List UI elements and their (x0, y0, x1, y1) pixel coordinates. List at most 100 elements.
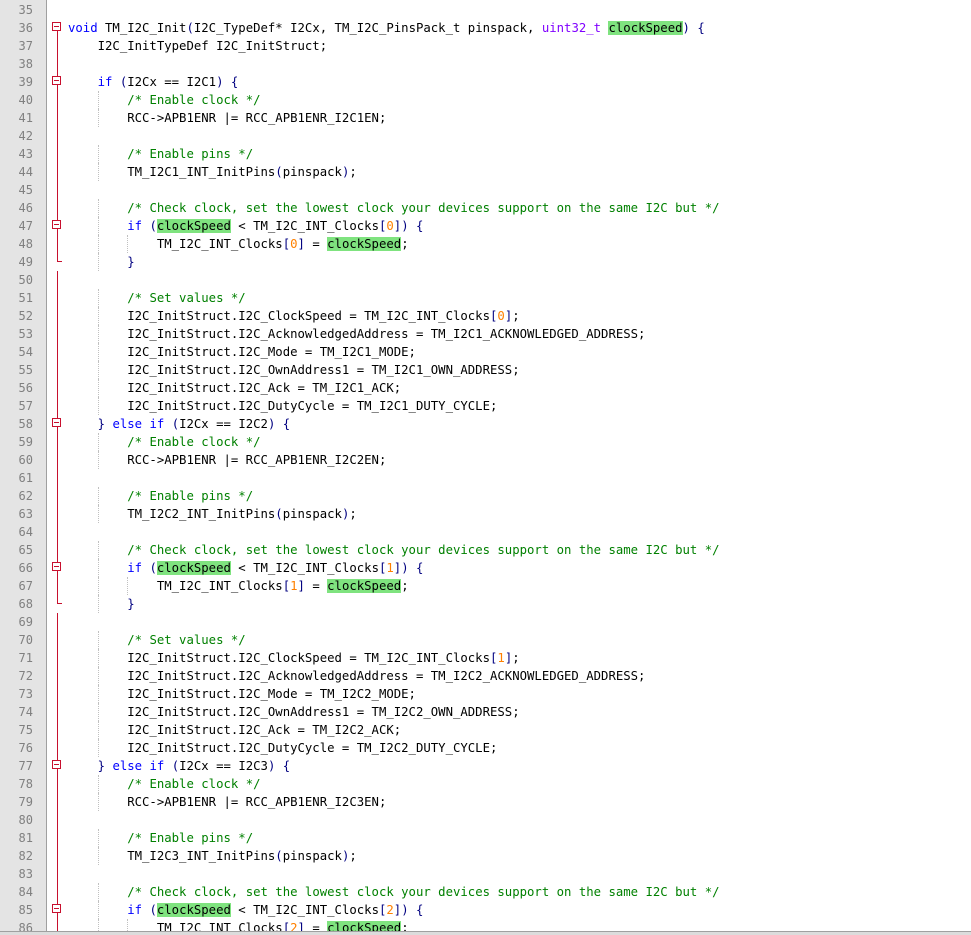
code-text[interactable]: /* Set values */ (68, 289, 245, 307)
fold-collapse-icon[interactable] (52, 904, 61, 913)
code-line[interactable]: 58 } else if (I2Cx == I2C2) { (0, 415, 971, 433)
code-text[interactable]: } else if (I2Cx == I2C3) { (68, 757, 291, 775)
code-line[interactable]: 52 I2C_InitStruct.I2C_ClockSpeed = TM_I2… (0, 307, 971, 325)
code-line[interactable]: 79 RCC->APB1ENR |= RCC_APB1ENR_I2C3EN; (0, 793, 971, 811)
code-text[interactable]: I2C_InitStruct.I2C_AcknowledgedAddress =… (68, 667, 645, 685)
fold-collapse-icon[interactable] (52, 562, 61, 571)
code-line[interactable]: 66 if (clockSpeed < TM_I2C_INT_Clocks[1]… (0, 559, 971, 577)
code-text[interactable]: /* Enable clock */ (68, 433, 260, 451)
code-text[interactable]: /* Check clock, set the lowest clock you… (68, 883, 719, 901)
code-line[interactable]: 59 /* Enable clock */ (0, 433, 971, 451)
code-line[interactable]: 77 } else if (I2Cx == I2C3) { (0, 757, 971, 775)
code-line[interactable]: 48 TM_I2C_INT_Clocks[0] = clockSpeed; (0, 235, 971, 253)
code-line[interactable]: 38 (0, 55, 971, 73)
code-text[interactable]: if (I2Cx == I2C1) { (68, 73, 239, 91)
code-text[interactable]: TM_I2C_INT_Clocks[2] = clockSpeed; (68, 919, 409, 931)
fold-collapse-icon[interactable] (52, 76, 61, 85)
code-line[interactable]: 44 TM_I2C1_INT_InitPins(pinspack); (0, 163, 971, 181)
code-text[interactable]: /* Enable pins */ (68, 145, 253, 163)
code-text[interactable]: I2C_InitStruct.I2C_OwnAddress1 = TM_I2C2… (68, 703, 519, 721)
code-line[interactable]: 75 I2C_InitStruct.I2C_Ack = TM_I2C2_ACK; (0, 721, 971, 739)
code-line[interactable]: 62 /* Enable pins */ (0, 487, 971, 505)
code-line[interactable]: 65 /* Check clock, set the lowest clock … (0, 541, 971, 559)
code-text[interactable]: I2C_InitStruct.I2C_ClockSpeed = TM_I2C_I… (68, 307, 519, 325)
code-text[interactable]: /* Enable clock */ (68, 775, 260, 793)
code-line[interactable]: 51 /* Set values */ (0, 289, 971, 307)
code-text[interactable]: I2C_InitStruct.I2C_Mode = TM_I2C1_MODE; (68, 343, 416, 361)
code-text[interactable]: /* Enable clock */ (68, 91, 260, 109)
code-line[interactable]: 73 I2C_InitStruct.I2C_Mode = TM_I2C2_MOD… (0, 685, 971, 703)
code-line[interactable]: 41 RCC->APB1ENR |= RCC_APB1ENR_I2C1EN; (0, 109, 971, 127)
code-line[interactable]: 69 (0, 613, 971, 631)
code-text[interactable]: RCC->APB1ENR |= RCC_APB1ENR_I2C3EN; (68, 793, 386, 811)
code-text[interactable]: I2C_InitStruct.I2C_Ack = TM_I2C1_ACK; (68, 379, 401, 397)
code-line[interactable]: 76 I2C_InitStruct.I2C_DutyCycle = TM_I2C… (0, 739, 971, 757)
code-text[interactable]: I2C_InitTypeDef I2C_InitStruct; (68, 37, 328, 55)
code-line[interactable]: 72 I2C_InitStruct.I2C_AcknowledgedAddres… (0, 667, 971, 685)
code-line[interactable]: 56 I2C_InitStruct.I2C_Ack = TM_I2C1_ACK; (0, 379, 971, 397)
code-line[interactable]: 60 RCC->APB1ENR |= RCC_APB1ENR_I2C2EN; (0, 451, 971, 469)
code-line[interactable]: 37 I2C_InitTypeDef I2C_InitStruct; (0, 37, 971, 55)
code-line[interactable]: 81 /* Enable pins */ (0, 829, 971, 847)
code-line[interactable]: 43 /* Enable pins */ (0, 145, 971, 163)
code-line[interactable]: 84 /* Check clock, set the lowest clock … (0, 883, 971, 901)
code-line[interactable]: 67 TM_I2C_INT_Clocks[1] = clockSpeed; (0, 577, 971, 595)
code-text[interactable]: TM_I2C_INT_Clocks[1] = clockSpeed; (68, 577, 409, 595)
code-line[interactable]: 42 (0, 127, 971, 145)
code-text[interactable]: /* Enable pins */ (68, 829, 253, 847)
code-text[interactable]: I2C_InitStruct.I2C_ClockSpeed = TM_I2C_I… (68, 649, 519, 667)
code-text[interactable]: RCC->APB1ENR |= RCC_APB1ENR_I2C2EN; (68, 451, 386, 469)
code-line[interactable]: 45 (0, 181, 971, 199)
code-text[interactable]: TM_I2C1_INT_InitPins(pinspack); (68, 163, 357, 181)
code-text[interactable]: RCC->APB1ENR |= RCC_APB1ENR_I2C1EN; (68, 109, 386, 127)
code-line[interactable]: 71 I2C_InitStruct.I2C_ClockSpeed = TM_I2… (0, 649, 971, 667)
horizontal-scrollbar[interactable] (0, 931, 971, 935)
code-line[interactable]: 46 /* Check clock, set the lowest clock … (0, 199, 971, 217)
code-line[interactable]: 50 (0, 271, 971, 289)
code-line[interactable]: 83 (0, 865, 971, 883)
code-line[interactable]: 40 /* Enable clock */ (0, 91, 971, 109)
code-text[interactable]: if (clockSpeed < TM_I2C_INT_Clocks[2]) { (68, 901, 423, 919)
code-line[interactable]: 49 } (0, 253, 971, 271)
code-line[interactable]: 61 (0, 469, 971, 487)
code-line[interactable]: 63 TM_I2C2_INT_InitPins(pinspack); (0, 505, 971, 523)
code-line[interactable]: 55 I2C_InitStruct.I2C_OwnAddress1 = TM_I… (0, 361, 971, 379)
code-text[interactable]: if (clockSpeed < TM_I2C_INT_Clocks[1]) { (68, 559, 423, 577)
code-line[interactable]: 68 } (0, 595, 971, 613)
code-line[interactable]: 36 void TM_I2C_Init(I2C_TypeDef* I2Cx, TM… (0, 19, 971, 37)
code-line[interactable]: 47 if (clockSpeed < TM_I2C_INT_Clocks[0]… (0, 217, 971, 235)
code-text[interactable]: /* Set values */ (68, 631, 245, 649)
code-text[interactable]: void TM_I2C_Init(I2C_TypeDef* I2Cx, TM_I… (68, 19, 705, 37)
code-line[interactable]: 53 I2C_InitStruct.I2C_AcknowledgedAddres… (0, 325, 971, 343)
code-line[interactable]: 57 I2C_InitStruct.I2C_DutyCycle = TM_I2C… (0, 397, 971, 415)
fold-collapse-icon[interactable] (52, 418, 61, 427)
code-text[interactable]: /* Enable pins */ (68, 487, 253, 505)
code-line[interactable]: 82 TM_I2C3_INT_InitPins(pinspack); (0, 847, 971, 865)
code-text[interactable]: TM_I2C2_INT_InitPins(pinspack); (68, 505, 357, 523)
code-line[interactable]: 64 (0, 523, 971, 541)
code-text[interactable]: I2C_InitStruct.I2C_AcknowledgedAddress =… (68, 325, 645, 343)
code-line[interactable]: 74 I2C_InitStruct.I2C_OwnAddress1 = TM_I… (0, 703, 971, 721)
code-area[interactable]: 35 36 void TM_I2C_Init(I2C_TypeDef* I2Cx, … (0, 1, 971, 931)
code-text[interactable]: I2C_InitStruct.I2C_Mode = TM_I2C2_MODE; (68, 685, 416, 703)
code-text[interactable]: I2C_InitStruct.I2C_OwnAddress1 = TM_I2C1… (68, 361, 519, 379)
code-text[interactable]: /* Check clock, set the lowest clock you… (68, 541, 719, 559)
code-text[interactable]: TM_I2C_INT_Clocks[0] = clockSpeed; (68, 235, 409, 253)
fold-collapse-icon[interactable] (52, 22, 61, 31)
code-line[interactable]: 85 if (clockSpeed < TM_I2C_INT_Clocks[2]… (0, 901, 971, 919)
code-text[interactable]: } (68, 253, 134, 271)
fold-collapse-icon[interactable] (52, 760, 61, 769)
code-text[interactable]: I2C_InitStruct.I2C_DutyCycle = TM_I2C2_D… (68, 739, 497, 757)
code-text[interactable]: } else if (I2Cx == I2C2) { (68, 415, 291, 433)
code-line[interactable]: 39 if (I2Cx == I2C1) { (0, 73, 971, 91)
code-line[interactable]: 80 (0, 811, 971, 829)
code-line[interactable]: 54 I2C_InitStruct.I2C_Mode = TM_I2C1_MOD… (0, 343, 971, 361)
code-text[interactable]: I2C_InitStruct.I2C_Ack = TM_I2C2_ACK; (68, 721, 401, 739)
code-line[interactable]: 86 TM_I2C_INT_Clocks[2] = clockSpeed; (0, 919, 971, 931)
code-line[interactable]: 78 /* Enable clock */ (0, 775, 971, 793)
code-line[interactable]: 35 (0, 1, 971, 19)
code-text[interactable]: /* Check clock, set the lowest clock you… (68, 199, 719, 217)
code-text[interactable]: I2C_InitStruct.I2C_DutyCycle = TM_I2C1_D… (68, 397, 497, 415)
fold-collapse-icon[interactable] (52, 220, 61, 229)
code-text[interactable]: } (68, 595, 134, 613)
